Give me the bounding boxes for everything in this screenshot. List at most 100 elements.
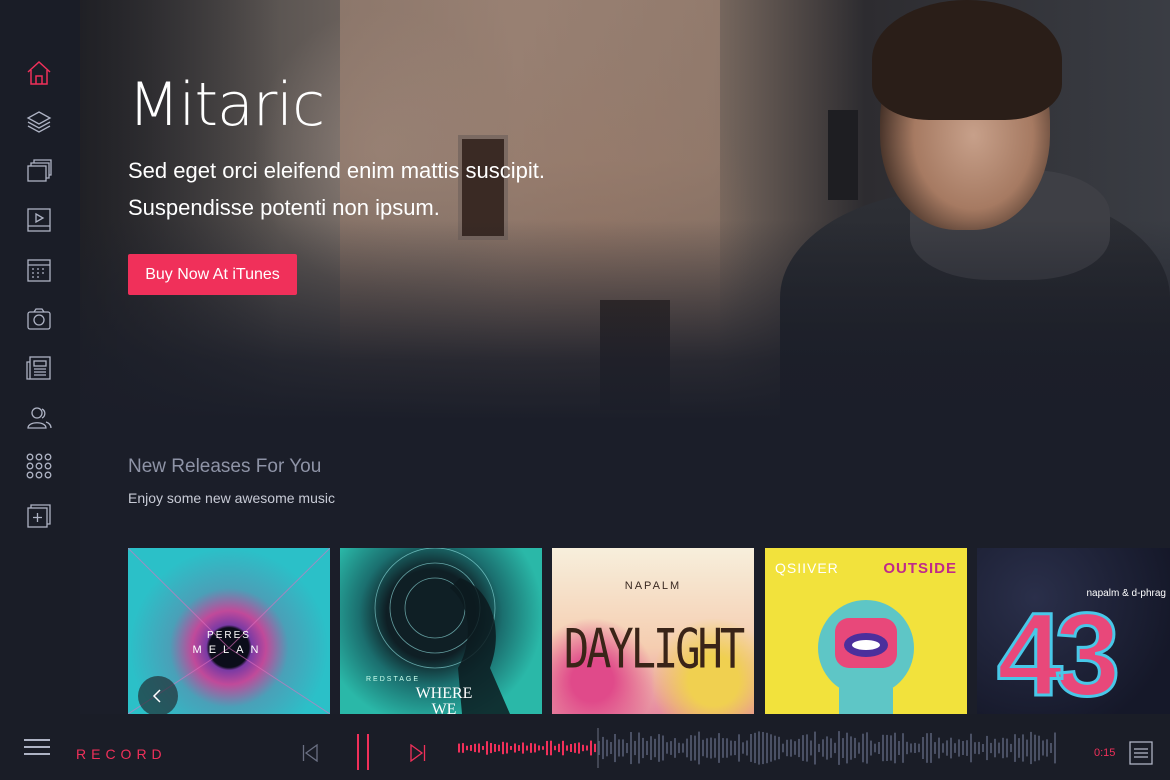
waveform-bar (950, 737, 952, 759)
waveform-bar (630, 732, 632, 765)
waveform-bar (1050, 743, 1052, 753)
waveform-bar (806, 734, 808, 762)
waveform-bar (710, 737, 712, 759)
app-window: Mitaric Sed eget orci eleifend enim matt… (0, 0, 1170, 780)
waveform-bar (602, 736, 604, 760)
camera-icon (27, 308, 51, 330)
album-card[interactable]: REDSTAGE WHERE WE (340, 548, 542, 714)
waveform-bar (470, 745, 472, 751)
sidebar-item-video[interactable] (25, 206, 53, 234)
queue-button[interactable] (1129, 741, 1153, 765)
waveform-bar (494, 744, 496, 752)
waveform-bar (1014, 734, 1016, 762)
waveform-bar (990, 742, 992, 754)
waveform-bar (482, 746, 484, 750)
hamburger-icon (24, 739, 50, 755)
waveform-bar (898, 741, 900, 755)
play-pause-button[interactable] (355, 734, 371, 775)
album-title: DAYLIGHT (563, 616, 745, 681)
waveform-bar (946, 740, 948, 756)
waveform-bar (474, 743, 476, 753)
waveform-bar (750, 734, 752, 762)
layers-icon (26, 111, 52, 133)
waveform-bar (918, 743, 920, 753)
waveform-bar (810, 740, 812, 756)
hero-banner: Mitaric Sed eget orci eleifend enim matt… (80, 0, 1170, 420)
waveform-bar (766, 732, 768, 764)
waveform-bar (698, 731, 700, 765)
waveform-bar (834, 742, 836, 754)
skip-back-icon (302, 743, 318, 763)
waveform-bar (526, 745, 528, 751)
sidebar-item-layers[interactable] (25, 108, 53, 136)
users-icon (27, 407, 52, 429)
waveform-bar (538, 745, 540, 751)
carousel-prev-button[interactable] (138, 676, 178, 716)
waveform-bar (554, 745, 556, 751)
sidebar-item-add-page[interactable] (25, 502, 53, 530)
waveform-bar (726, 738, 728, 758)
waveform-bar (962, 741, 964, 755)
sidebar-item-calendar[interactable] (25, 256, 53, 284)
waveform-bar (666, 742, 668, 754)
video-icon (27, 208, 51, 232)
menu-button[interactable] (24, 734, 50, 760)
waveform-bar (838, 731, 840, 765)
next-track-button[interactable] (410, 743, 426, 767)
sidebar-item-users[interactable] (25, 403, 53, 431)
album-card[interactable]: NAPALM DAYLIGHT (552, 548, 754, 714)
skip-forward-icon (410, 743, 426, 763)
sidebar-item-home[interactable] (25, 59, 53, 87)
waveform-bar (822, 739, 824, 757)
waveform-bar (998, 742, 1000, 754)
waveform-bar (1038, 735, 1040, 761)
album-title: MELAN (192, 644, 266, 656)
add-page-icon (27, 504, 51, 528)
waveform-bar (702, 739, 704, 757)
waveform-bar (730, 740, 732, 756)
album-title: WHERE WE (415, 685, 473, 715)
waveform-seekbar[interactable] (458, 728, 1058, 768)
waveform-bar (606, 739, 608, 757)
waveform-bar (722, 738, 724, 758)
waveform-bar (522, 742, 524, 754)
album-artist: QSIIVER (775, 560, 839, 576)
previous-track-button[interactable] (302, 743, 318, 767)
sidebar-item-camera[interactable] (25, 305, 53, 333)
waveform-bar (802, 735, 804, 761)
sidebar-item-news[interactable] (25, 354, 53, 382)
sidebar-item-apps[interactable] (25, 452, 53, 480)
waveform-bar (706, 738, 708, 758)
waveform-bar (986, 735, 988, 761)
sidebar-item-gallery[interactable] (25, 157, 53, 185)
playlist-icon (1129, 741, 1153, 765)
waveform-bar (590, 740, 592, 756)
waveform-bar (1030, 731, 1032, 765)
waveform-bar (910, 743, 912, 753)
waveform-bar (746, 740, 748, 756)
waveform-bar (1026, 739, 1028, 757)
album-title: OUTSIDE (883, 560, 957, 577)
waveform-bar (874, 743, 876, 753)
releases-title: New Releases For You (128, 456, 322, 477)
waveform-bar (1006, 738, 1008, 758)
waveform-bar (670, 741, 672, 755)
waveform-bar (734, 740, 736, 756)
waveform-bar (926, 733, 928, 763)
waveform-bar (826, 736, 828, 760)
waveform-bar (610, 742, 612, 754)
sidebar (0, 0, 80, 714)
album-card[interactable]: QSIIVER OUTSIDE (765, 548, 967, 714)
waveform-bar (650, 736, 652, 760)
player-bar: RECORD 0:15 (0, 714, 1170, 780)
waveform-bar (886, 734, 888, 761)
waveform-bar (646, 740, 648, 755)
waveform-bar (770, 734, 772, 762)
waveform-bar (674, 738, 676, 758)
album-card[interactable]: napalm & d-phrag 43 (977, 548, 1170, 714)
waveform-bar (642, 737, 644, 759)
buy-itunes-button[interactable]: Buy Now At iTunes (128, 254, 297, 295)
waveform-bar (954, 743, 956, 753)
waveform-bar (570, 744, 572, 752)
waveform-bar (582, 744, 584, 752)
